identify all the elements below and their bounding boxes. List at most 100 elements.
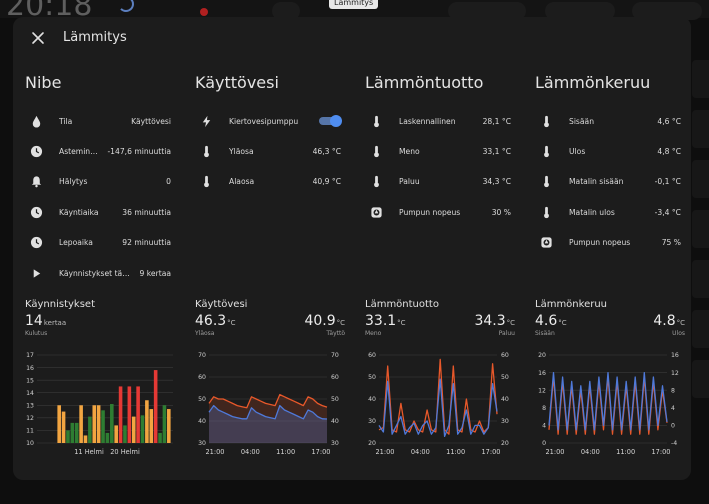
y-tick-label-right: 70 <box>331 352 339 359</box>
chart: 10 11 12 13 14 15 16 17 11 Helmi 20 Helmi <box>26 352 173 456</box>
entity-label: Lepoaika <box>59 238 93 248</box>
primary-unit: °C <box>397 319 406 327</box>
entity-row[interactable]: Pumpun nopeus 30 % <box>365 197 511 227</box>
thermometer-icon <box>539 145 553 159</box>
entity-value: -147,6 minuuttia <box>107 147 171 157</box>
history-card[interactable]: Käyttövesi 46.3°C Yläosa 40.9°C Täyttö 30 30 40… <box>195 299 345 469</box>
entity-value: Käyttövesi <box>131 116 171 126</box>
heating-dialog: Lämmitys NibeTilaKäyttövesiAsteminuu...-… <box>13 17 691 480</box>
entity-row[interactable]: Kiertovesipumppu <box>195 106 342 136</box>
entity-row[interactable]: Pumpun nopeus 75 % <box>535 228 681 258</box>
entity-row[interactable]: Tila Käyttövesi <box>25 106 171 136</box>
history-card[interactable]: Käynnistykset 14kertaa Kulutus 10 11 12 13 14 15… <box>25 299 175 469</box>
bar <box>136 386 140 443</box>
entity-row[interactable]: Alaosa 40,9 °C <box>195 167 341 197</box>
entity-row[interactable]: Matalin ulos -3,4 °C <box>535 197 681 227</box>
entity-label: Tila <box>59 116 73 126</box>
entity-value: -0,1 °C <box>654 177 681 187</box>
entity-value: 75 % <box>661 238 681 248</box>
column-title: Nibe <box>25 73 62 92</box>
bar <box>114 425 118 443</box>
y-tick-label-right: 20 <box>501 440 509 447</box>
entity-value: 0 <box>166 177 171 187</box>
entity-label: Kiertovesipumppu <box>229 116 299 126</box>
bar <box>110 404 114 443</box>
entity-label: Ulos <box>569 147 586 157</box>
y-tick-label: 50 <box>198 396 206 403</box>
y-tick-label: 0 <box>542 440 546 447</box>
y-tick-label: 40 <box>368 396 376 403</box>
entity-row[interactable]: Paluu 34,3 °C <box>365 167 511 197</box>
pump-toggle[interactable] <box>319 115 342 128</box>
entity-row[interactable]: Yläosa 46,3 °C <box>195 136 341 166</box>
entity-value: 92 minuuttia <box>122 238 171 248</box>
entity-row[interactable]: Matalin sisään -0,1 °C <box>535 167 681 197</box>
bar <box>61 411 66 443</box>
entity-label: Alaosa <box>229 177 255 187</box>
close-icon[interactable] <box>31 31 45 45</box>
y-tick-label: 60 <box>198 374 206 381</box>
y-tick-label: 4 <box>542 423 546 430</box>
entity-row[interactable]: Sisään 4,6 °C <box>535 106 681 136</box>
bar <box>127 386 132 443</box>
entity-label: Pumpun nopeus <box>399 207 461 217</box>
primary-number: 33.1 <box>365 313 397 329</box>
x-tick-label: 11:00 <box>616 448 635 456</box>
entity-value: 34,3 °C <box>482 177 511 187</box>
secondary-number: 4.8 <box>653 313 676 329</box>
play-icon <box>29 266 43 280</box>
entity-row[interactable]: Lepoaika 92 minuuttia <box>25 228 171 258</box>
entity-value: -3,4 °C <box>654 207 681 217</box>
bar <box>74 422 79 443</box>
entity-row[interactable]: Hälytys 0 <box>25 167 171 197</box>
primary-number: 46.3 <box>195 313 227 329</box>
pump-icon <box>369 205 383 219</box>
primary-unit: °C <box>227 319 236 327</box>
y-tick-label-right: 40 <box>331 418 339 425</box>
entity-value: 33,1 °C <box>482 147 511 157</box>
thermometer-icon <box>199 145 213 159</box>
x-tick-label: 04:00 <box>411 448 430 456</box>
thermometer-icon <box>369 145 383 159</box>
entity-row[interactable]: Ulos 4,8 °C <box>535 136 681 166</box>
history-card[interactable]: Lämmönkeruu 4.6°C Sisään 4.8°C Ulos 0 -4 4 0 8 4 12… <box>535 299 685 469</box>
y-tick-label-right: 0 <box>671 423 675 430</box>
entity-row[interactable]: Meno 33,1 °C <box>365 136 511 166</box>
bar <box>158 432 162 443</box>
entity-label: Käynnistykset tänä... <box>59 268 134 278</box>
y-tick-label: 30 <box>368 418 376 425</box>
bar <box>123 425 127 443</box>
x-tick-label: 17:00 <box>651 448 670 456</box>
secondary-label: Paluu <box>498 330 515 337</box>
tooltip: Lämmitys <box>329 0 379 9</box>
y-tick-label: 30 <box>198 440 206 447</box>
bar <box>79 405 83 443</box>
entity-row[interactable]: Laskennallinen 28,1 °C <box>365 106 511 136</box>
secondary-unit: °C <box>506 319 515 327</box>
x-tick-label: 11:00 <box>276 448 295 456</box>
y-tick-label: 8 <box>542 405 546 412</box>
y-tick-label-right: 40 <box>501 396 509 403</box>
entity-label: Käyntiaika <box>59 207 99 217</box>
pump-icon <box>539 236 553 250</box>
bar <box>167 409 171 443</box>
secondary-label: Täyttö <box>326 330 345 337</box>
history-card[interactable]: Lämmöntuotto 33.1°C Meno 34.3°C Paluu 20 20 30 3… <box>365 299 515 469</box>
bar <box>140 415 145 443</box>
card-title: Käynnistykset <box>25 299 96 310</box>
entity-row[interactable]: Käyntiaika 36 minuuttia <box>25 197 171 227</box>
bar <box>57 405 61 443</box>
primary-label: Meno <box>365 330 382 337</box>
entity-value: 28,1 °C <box>482 116 511 126</box>
entity-row[interactable]: Käynnistykset tänä... 9 kertaa <box>25 258 171 288</box>
secondary-value: 40.9°C <box>304 313 345 329</box>
y-tick-label: 12 <box>538 387 546 394</box>
entity-column: Lämmönkeruu Sisään 4,6 °C Ulos 4,8 °C Matalin… <box>535 73 681 258</box>
entity-label: Laskennallinen <box>399 116 456 126</box>
primary-unit: °C <box>558 319 567 327</box>
column-title: Käyttövesi <box>195 73 279 92</box>
primary-label: Sisään <box>535 330 555 337</box>
secondary-value: 4.8°C <box>653 313 685 329</box>
thermometer-icon <box>199 175 213 189</box>
entity-row[interactable]: Asteminuu... -147,6 minuuttia <box>25 136 171 166</box>
